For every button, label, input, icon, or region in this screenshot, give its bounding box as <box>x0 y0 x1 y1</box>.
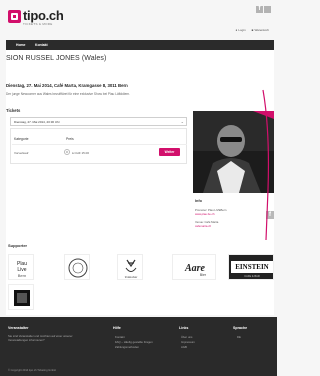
footer-help-item-0[interactable]: Kontakt <box>115 335 125 339</box>
language-option[interactable]: DE <box>237 335 241 339</box>
footer-help-heading: Hilfe <box>113 326 121 330</box>
account-links: ●Login ■Warenkorb <box>235 28 269 32</box>
date-select[interactable]: Dienstag, 27. Mai 2014, 20:30 Uhr ⌄ <box>10 117 187 126</box>
continue-button[interactable]: Weiter <box>159 148 180 156</box>
cart-link[interactable]: ■Warenkorb <box>252 28 269 32</box>
svg-text:CAFE & BAR: CAFE & BAR <box>244 274 260 278</box>
facebook-share-icon[interactable]: f <box>266 211 274 219</box>
footer-help-item-2[interactable]: Zahlungsmethoden <box>115 345 139 349</box>
footer-organizer-text: Sie sind Veranstalter und möchten auf ei… <box>8 334 73 342</box>
supporter-logo-plau[interactable]: Plau Live Bern <box>8 254 34 280</box>
svg-text:Bern: Bern <box>18 273 26 278</box>
login-link[interactable]: ●Login <box>235 28 245 32</box>
svg-text:Usinabar: Usinabar <box>125 275 138 279</box>
artist-photo <box>193 111 274 193</box>
tickets-heading: Tickets <box>6 108 21 113</box>
logo[interactable]: tipo.ch TICKETS & MORE <box>8 8 64 26</box>
event-date-venue: Dienstag, 27. Mai 2014, Café Marta, Kram… <box>6 83 128 88</box>
top-bar: tipo.ch TICKETS & MORE f ●Login ■Warenko… <box>0 0 277 36</box>
twitter-icon[interactable] <box>264 6 271 13</box>
supporter-logo-seal[interactable] <box>64 254 90 280</box>
artist-photo-image <box>193 111 274 193</box>
supporter-logo-venue[interactable]: Usinabar <box>117 254 143 280</box>
footer-language-heading: Sprache <box>233 326 248 330</box>
footer-links-heading: Links <box>179 326 189 330</box>
organizer-link[interactable]: www.plau.be.ch <box>195 212 215 216</box>
event-description: Der junge Newcomer aus Wales bezuftfäret… <box>6 92 131 96</box>
ticket-table <box>10 128 187 164</box>
divider <box>12 144 187 145</box>
footer-organizer-heading: Veranstalter <box>8 326 29 330</box>
footer-help-item-1[interactable]: FAQ – Häufig gestellte Fragen <box>115 340 153 344</box>
svg-text:EINSTEIN: EINSTEIN <box>235 263 268 271</box>
column-header-category: Kategorie <box>14 137 29 141</box>
nav-item-kontakt[interactable]: Kontakt <box>35 43 48 47</box>
main-nav: Home Kontakt <box>6 40 274 50</box>
ticket-category: Vorverkauf <box>14 151 29 155</box>
info-heading: Info <box>195 199 202 203</box>
ticket-price: à CHF 15.00 <box>72 151 90 155</box>
supporters-heading: Supporter <box>8 243 28 248</box>
footer-link-1[interactable]: Impressum <box>181 340 195 344</box>
supporter-logo-einstein[interactable]: EINSTEIN CAFE & BAR <box>228 254 274 280</box>
logo-icon <box>8 10 21 23</box>
supporter-logo-hotel[interactable] <box>8 284 34 310</box>
copyright: © Copyright 2014 tipo.ch Ticketing GmbH <box>8 369 56 372</box>
page: tipo.ch TICKETS & MORE f ●Login ■Warenko… <box>0 0 277 376</box>
brand-name: tipo.ch <box>23 8 64 23</box>
column-header-price: Preis <box>66 137 74 141</box>
facebook-icon[interactable]: f <box>256 6 263 13</box>
svg-text:Bier: Bier <box>200 273 207 277</box>
user-icon: ● <box>235 28 238 32</box>
supporter-logo-aare[interactable]: Aare Bier <box>172 254 216 280</box>
nav-item-home[interactable]: Home <box>16 43 25 47</box>
quantity-stepper[interactable]: 0 <box>64 149 70 155</box>
page-title: SION RUSSEL JONES (Wales) <box>6 55 107 62</box>
footer-link-2[interactable]: AGB <box>181 345 187 349</box>
venue-link[interactable]: cafemarta.ch <box>195 224 211 228</box>
footer-link-0[interactable]: Über uns <box>181 335 192 339</box>
chevron-down-icon: ⌄ <box>180 119 184 124</box>
